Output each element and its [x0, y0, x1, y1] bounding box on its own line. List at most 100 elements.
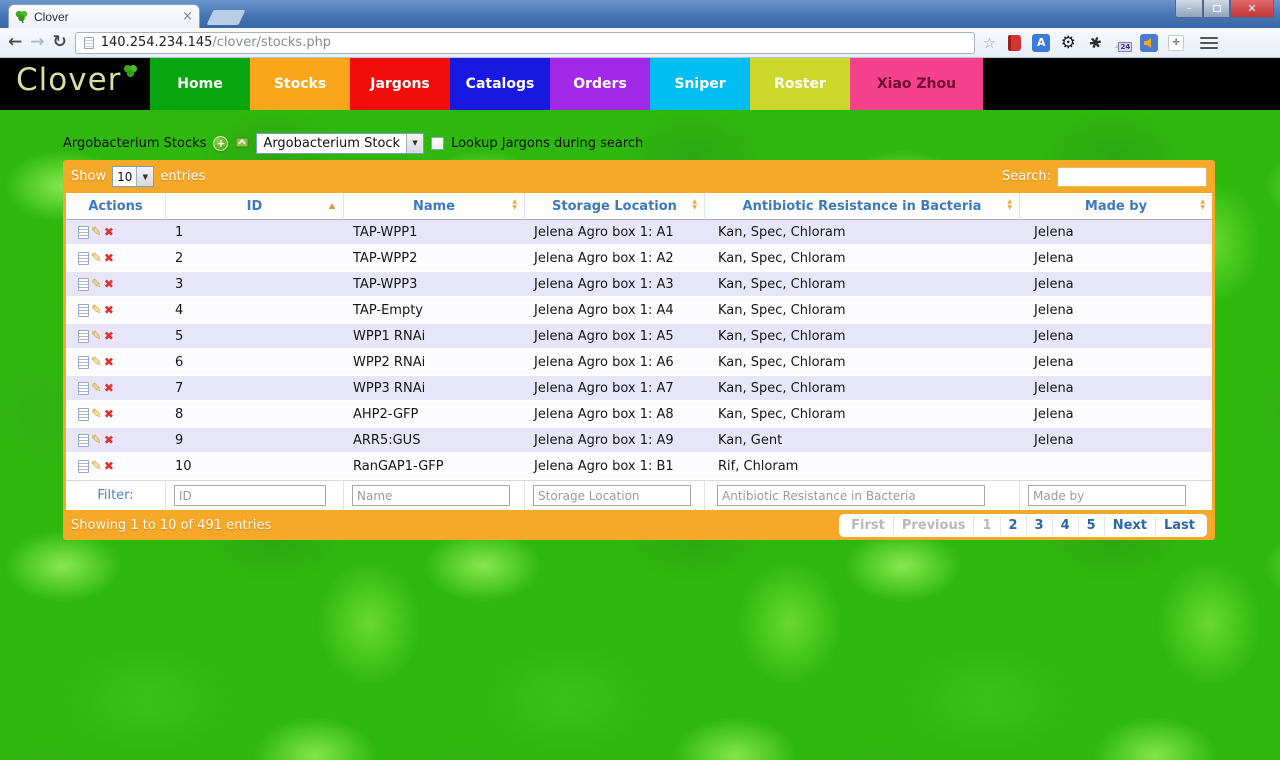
delete-icon[interactable]: ✖: [104, 356, 114, 368]
page-4-button[interactable]: 4: [1052, 516, 1078, 535]
edit-icon[interactable]: ✎: [91, 226, 102, 239]
edit-icon[interactable]: ✎: [91, 330, 102, 343]
delete-icon[interactable]: ✖: [104, 330, 114, 342]
filter-name-input[interactable]: [352, 485, 510, 506]
cloud-badge: 24: [1118, 42, 1132, 52]
delete-icon[interactable]: ✖: [104, 434, 114, 446]
name-cell: ARR5:GUS: [344, 428, 525, 454]
page-next-button[interactable]: Next: [1104, 516, 1155, 535]
page-current[interactable]: 1: [973, 516, 999, 535]
view-icon[interactable]: [78, 434, 89, 447]
view-icon[interactable]: [78, 278, 89, 291]
table-row: ✎✖ 6 WPP2 RNAi Jelena Agro box 1: A6 Kan…: [66, 350, 1212, 376]
page-previous-button[interactable]: Previous: [893, 516, 974, 535]
page-5-button[interactable]: 5: [1078, 516, 1104, 535]
chevron-down-icon: ▼: [136, 167, 153, 186]
filter-made-by-input[interactable]: [1028, 485, 1186, 506]
storage-cell: Jelena Agro box 1: A2: [525, 246, 705, 272]
edit-icon[interactable]: ✎: [91, 460, 102, 473]
filter-row: Filter:: [66, 480, 1212, 510]
page-last-button[interactable]: Last: [1155, 516, 1203, 535]
back-icon[interactable]: ←: [8, 34, 22, 51]
column-header-storage-location[interactable]: Storage Location▲▼: [525, 193, 705, 220]
edit-icon[interactable]: ✎: [91, 434, 102, 447]
column-header-antibiotic[interactable]: Antibiotic Resistance in Bacteria▲▼: [705, 193, 1020, 220]
view-icon[interactable]: [78, 382, 89, 395]
window-controls: – ✕: [1175, 0, 1274, 18]
nav-item-sniper[interactable]: Sniper: [650, 58, 750, 110]
view-icon[interactable]: [78, 304, 89, 317]
tab-close-icon[interactable]: ×: [182, 10, 193, 23]
view-icon[interactable]: [78, 460, 89, 473]
export-icon[interactable]: [235, 134, 249, 153]
browser-tab[interactable]: Clover ×: [8, 4, 200, 28]
delete-icon[interactable]: ✖: [104, 226, 114, 238]
edit-icon[interactable]: ✎: [91, 408, 102, 421]
new-tab-button[interactable]: [207, 10, 246, 25]
clover-logo[interactable]: Clover: [0, 58, 150, 110]
delete-icon[interactable]: ✖: [104, 304, 114, 316]
search-input[interactable]: [1057, 167, 1207, 187]
window-minimize-button[interactable]: –: [1175, 0, 1203, 18]
column-header-name[interactable]: Name▲▼: [344, 193, 525, 220]
delete-icon[interactable]: ✖: [104, 460, 114, 472]
chevron-down-icon: ▼: [406, 134, 423, 153]
made-by-cell: [1020, 454, 1212, 480]
bookmark-star-icon[interactable]: ☆: [983, 34, 996, 52]
forward-icon[interactable]: →: [30, 34, 44, 51]
table-row: ✎✖ 5 WPP1 RNAi Jelena Agro box 1: A5 Kan…: [66, 324, 1212, 350]
filter-storage-input[interactable]: [533, 485, 691, 506]
page-first-button[interactable]: First: [843, 516, 893, 535]
page-3-button[interactable]: 3: [1026, 516, 1052, 535]
stock-type-select[interactable]: Argobacterium Stock ▼: [256, 133, 424, 154]
delete-icon[interactable]: ✖: [104, 252, 114, 264]
nav-item-roster[interactable]: Roster: [750, 58, 850, 110]
url-path: /clover/stocks.php: [212, 35, 331, 50]
nav-item-stocks[interactable]: Stocks: [250, 58, 350, 110]
address-bar[interactable]: 140.254.234.145/clover/stocks.php: [75, 32, 975, 54]
filter-id-input[interactable]: [174, 485, 326, 506]
clover-favicon-icon: [15, 10, 28, 23]
delete-icon[interactable]: ✖: [104, 278, 114, 290]
page-size-select[interactable]: 10 ▼: [112, 166, 154, 187]
page-2-button[interactable]: 2: [1000, 516, 1026, 535]
filter-antibiotic-input[interactable]: [717, 485, 985, 506]
edit-icon[interactable]: ✎: [91, 356, 102, 369]
nav-item-home[interactable]: Home: [150, 58, 250, 110]
view-icon[interactable]: [78, 408, 89, 421]
add-stock-icon[interactable]: +: [213, 136, 228, 151]
speaker-extension-icon[interactable]: [1139, 33, 1159, 53]
view-icon[interactable]: [78, 356, 89, 369]
view-icon[interactable]: [78, 252, 89, 265]
edit-icon[interactable]: ✎: [91, 252, 102, 265]
bug-extension-icon[interactable]: ✱: [1085, 33, 1105, 53]
delete-icon[interactable]: ✖: [104, 408, 114, 420]
delete-icon[interactable]: ✖: [104, 382, 114, 394]
reload-icon[interactable]: ↻: [53, 34, 67, 51]
edit-icon[interactable]: ✎: [91, 278, 102, 291]
window-close-button[interactable]: ✕: [1230, 0, 1274, 18]
nav-item-xiao-zhou[interactable]: Xiao Zhou: [850, 58, 983, 110]
lookup-jargons-checkbox[interactable]: [431, 137, 444, 150]
view-icon[interactable]: [78, 330, 89, 343]
mini-extension-icon[interactable]: ✛: [1166, 33, 1186, 53]
page-icon: [84, 37, 94, 49]
sort-icon: ▲▼: [692, 199, 697, 211]
column-header-id[interactable]: ID▲: [166, 193, 344, 220]
nav-item-jargons[interactable]: Jargons: [350, 58, 450, 110]
column-header-actions: Actions: [66, 193, 166, 220]
nav-item-orders[interactable]: Orders: [550, 58, 650, 110]
column-header-made-by[interactable]: Made by▲▼: [1020, 193, 1212, 220]
view-icon[interactable]: [78, 226, 89, 239]
window-maximize-button[interactable]: [1203, 0, 1230, 18]
book-extension-icon[interactable]: [1004, 33, 1024, 53]
cloud-extension-icon[interactable]: ☁24: [1112, 33, 1132, 53]
table-row: ✎✖ 1 TAP-WPP1 Jelena Agro box 1: A1 Kan,…: [66, 220, 1212, 246]
translate-extension-icon[interactable]: A: [1031, 33, 1051, 53]
gear-icon[interactable]: ⚙: [1058, 33, 1078, 53]
edit-icon[interactable]: ✎: [91, 382, 102, 395]
menu-icon[interactable]: [1200, 37, 1218, 49]
edit-icon[interactable]: ✎: [91, 304, 102, 317]
nav-item-catalogs[interactable]: Catalogs: [450, 58, 550, 110]
datatable-body: Actions ID▲ Name▲▼ Storage Location▲▼ An…: [63, 193, 1215, 510]
